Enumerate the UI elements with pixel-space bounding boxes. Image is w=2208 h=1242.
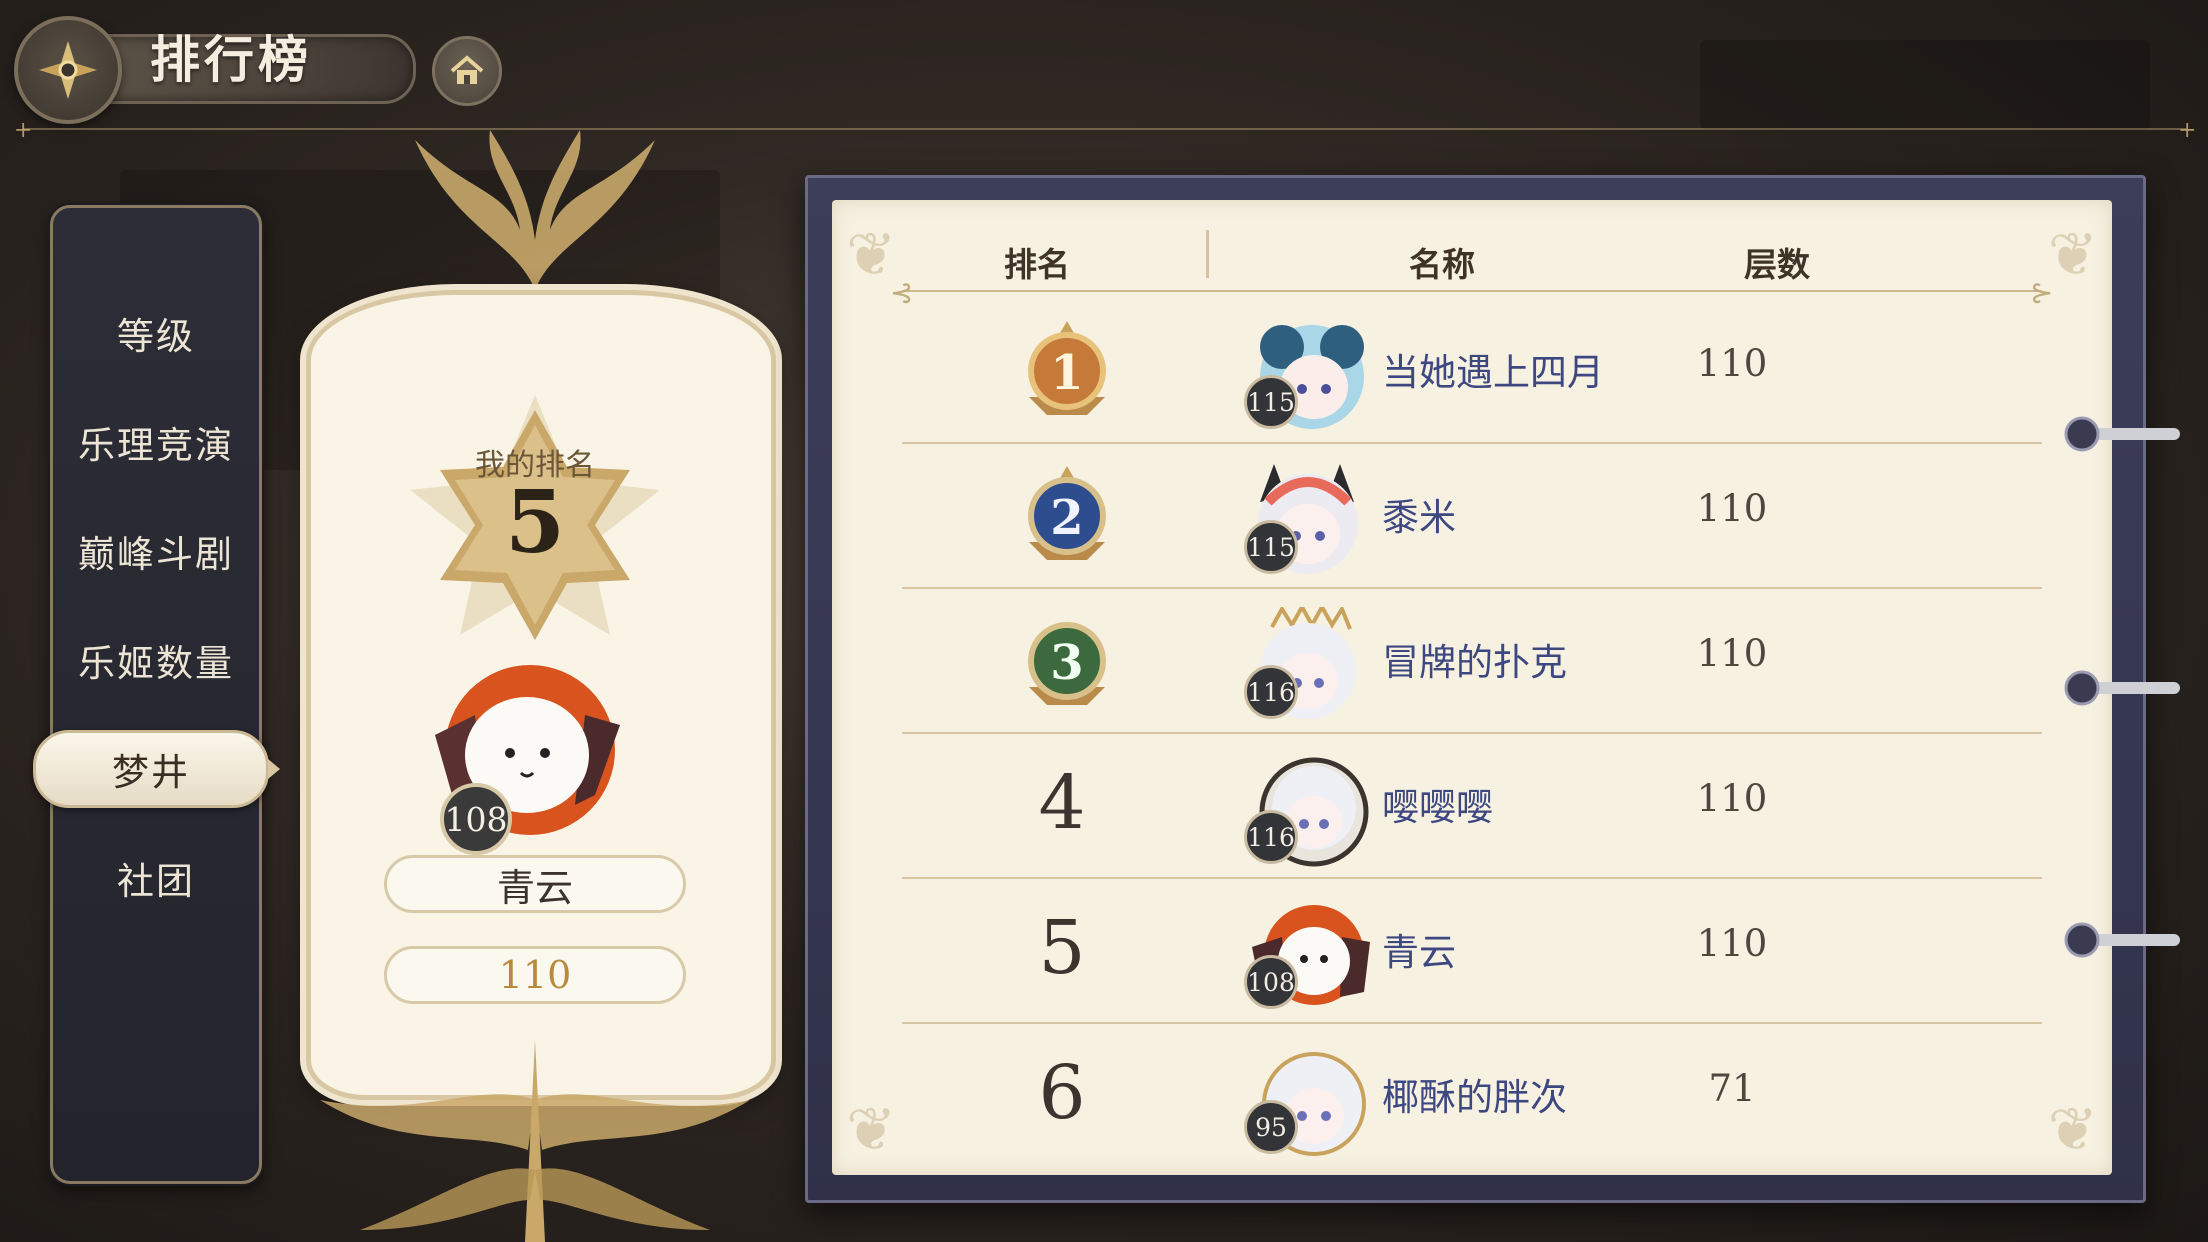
tree-ornament-bottom: [320, 1040, 750, 1242]
my-level-badge: 108: [440, 783, 512, 855]
header-rank: 排名: [1004, 245, 1070, 284]
table-row[interactable]: 6 95 椰酥的胖次 71: [902, 1022, 2042, 1167]
green-medal-icon: 3: [1028, 622, 1106, 705]
player-floors: 110: [1696, 632, 1768, 675]
player-floors: 110: [1696, 922, 1768, 965]
tab-level[interactable]: 等级: [53, 297, 259, 369]
gold-medal-icon: 1: [1028, 321, 1106, 415]
player-name: 黍米: [1382, 496, 1456, 539]
header-divider: [1206, 230, 1209, 278]
tab-label: 乐姬数量: [78, 642, 234, 685]
player-name: 冒牌的扑克: [1382, 641, 1567, 684]
player-level-badge: 116: [1244, 665, 1298, 719]
header-divider: [22, 128, 2186, 130]
tree-ornament-top: [415, 130, 655, 290]
svg-text:1: 1: [1050, 345, 1083, 401]
corner-flourish: ❦: [2047, 1095, 2098, 1165]
player-level-badge: 116: [1244, 810, 1298, 864]
home-button[interactable]: [432, 36, 502, 106]
tab-dream-well[interactable]: 梦井: [33, 730, 280, 808]
corner-flourish: ❦: [846, 1095, 897, 1165]
player-name: 嘤嘤嘤: [1382, 786, 1493, 829]
player-floors: 110: [1696, 777, 1768, 820]
blue-medal-icon: 2: [1028, 466, 1106, 560]
my-name-field: 青云: [384, 855, 686, 913]
table-row[interactable]: 1 115 当她遇上四月 110: [902, 297, 2042, 444]
binder-ring-icon: [2064, 922, 2180, 958]
divider-cap: +: [14, 118, 33, 143]
ornament-back-icon: [39, 41, 97, 99]
tab-label: 乐理竞演: [78, 424, 234, 467]
tab-club[interactable]: 社团: [53, 842, 259, 914]
player-level-badge: 115: [1244, 520, 1298, 574]
my-rank-value: 5: [505, 472, 565, 573]
player-level-badge: 108: [1244, 955, 1298, 1009]
player-level-badge: 95: [1244, 1100, 1298, 1154]
header-name: 名称: [1409, 245, 1475, 284]
table-row[interactable]: 5 108 青云 110: [902, 877, 2042, 1024]
table-row[interactable]: 4 116 嘤嘤嘤 110: [902, 732, 2042, 879]
rank-number: 6: [1038, 1050, 1086, 1136]
page-title: 排行榜: [150, 30, 312, 89]
player-floors: 110: [1696, 342, 1768, 385]
rank-number: 4: [1038, 760, 1086, 846]
table-row[interactable]: 3 116 冒牌的扑克 110: [902, 587, 2042, 734]
tab-label: 社团: [117, 860, 195, 903]
back-button[interactable]: [14, 16, 122, 124]
divider-cap: +: [2178, 118, 2197, 143]
table-row[interactable]: 2 115 黍米 110: [902, 442, 2042, 589]
player-name: 当她遇上四月: [1382, 351, 1604, 394]
player-floors: 110: [1696, 487, 1768, 530]
binder-ring-icon: [2064, 670, 2180, 706]
my-floors-field: 110: [384, 946, 686, 1004]
home-icon: [450, 55, 484, 84]
top-bar: 排行榜: [0, 0, 2208, 125]
tab-label: 等级: [117, 315, 195, 358]
header-underline: [902, 290, 2042, 292]
player-name: 椰酥的胖次: [1382, 1076, 1567, 1119]
tab-music-theory[interactable]: 乐理竞演: [53, 406, 259, 478]
svg-text:3: 3: [1050, 635, 1083, 691]
binder-ring-icon: [2064, 416, 2180, 452]
player-name: 青云: [1382, 931, 1456, 974]
tab-peak-battle[interactable]: 巅峰斗剧: [53, 515, 259, 587]
player-floors: 71: [1708, 1067, 1756, 1110]
svg-text:2: 2: [1050, 490, 1083, 546]
corner-flourish: ❦: [2047, 220, 2098, 290]
category-tab-panel: 等级 乐理竞演 巅峰斗剧 乐姬数量 梦井 社团: [33, 205, 280, 1184]
tab-character-count[interactable]: 乐姬数量: [53, 624, 259, 696]
leaderboard-page: ❦ ❦ ❦ ❦ 排名 名称 层数 ⊰ ⊱ 1 115 当她遇上四月 110 2 …: [832, 200, 2112, 1175]
corner-flourish: ❦: [846, 220, 897, 290]
header-floors: 层数: [1744, 245, 1810, 284]
tab-label: 巅峰斗剧: [78, 533, 234, 576]
rank-number: 5: [1038, 905, 1086, 991]
tab-label: 梦井: [112, 751, 190, 794]
player-level-badge: 115: [1244, 375, 1298, 429]
